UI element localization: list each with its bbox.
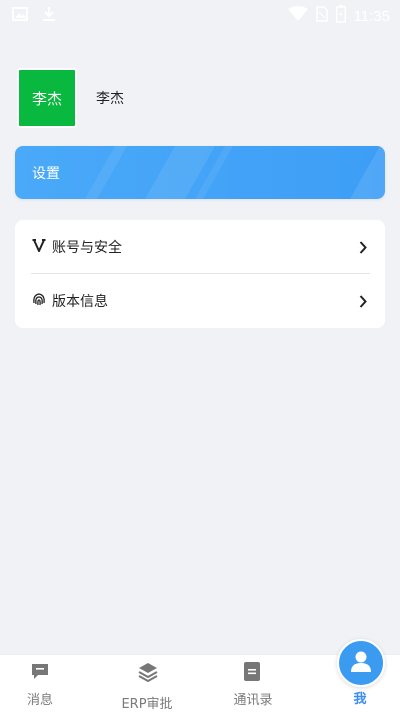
image-icon xyxy=(12,6,28,26)
settings-menu: 账号与安全 版本信息 xyxy=(15,220,385,328)
fingerprint-icon xyxy=(31,290,47,308)
battery-icon xyxy=(335,5,346,27)
menu-item-account-security[interactable]: 账号与安全 xyxy=(15,220,385,272)
status-time: 11:35 xyxy=(353,7,390,25)
wifi-icon xyxy=(287,6,308,26)
menu-item-label: 账号与安全 xyxy=(52,240,122,256)
settings-banner[interactable]: 设置 xyxy=(15,146,385,199)
nav-label-me: 我 xyxy=(353,692,367,707)
user-name: 李杰 xyxy=(96,91,124,107)
contacts-icon xyxy=(244,662,262,682)
chevron-right-icon xyxy=(359,293,367,312)
nav-tab-contacts[interactable]: 通讯录 xyxy=(203,655,303,712)
banner-stripes xyxy=(85,146,385,199)
chevron-right-icon xyxy=(359,239,367,258)
nav-label: 通讯录 xyxy=(233,693,273,708)
nav-tab-erp-approval[interactable]: ERP审批 xyxy=(97,655,197,712)
download-icon xyxy=(42,6,56,26)
menu-item-version-info[interactable]: 版本信息 xyxy=(15,274,385,326)
banner-title: 设置 xyxy=(32,166,60,182)
user-icon xyxy=(349,649,373,677)
status-left-icons xyxy=(12,6,56,26)
layers-icon xyxy=(138,662,158,683)
sim-icon xyxy=(315,6,328,26)
status-right-icons: 11:35 xyxy=(287,5,390,27)
nav-label: 消息 xyxy=(26,693,53,708)
nav-label: ERP审批 xyxy=(121,697,173,712)
nav-tab-me[interactable] xyxy=(337,639,385,687)
menu-item-label: 版本信息 xyxy=(52,294,108,310)
nav-tab-messages[interactable]: 消息 xyxy=(0,655,90,712)
status-bar: 11:35 xyxy=(0,0,400,30)
message-icon xyxy=(31,662,49,682)
avatar-text: 李杰 xyxy=(31,89,62,108)
v-icon xyxy=(31,236,47,254)
avatar[interactable]: 李杰 xyxy=(17,68,77,128)
